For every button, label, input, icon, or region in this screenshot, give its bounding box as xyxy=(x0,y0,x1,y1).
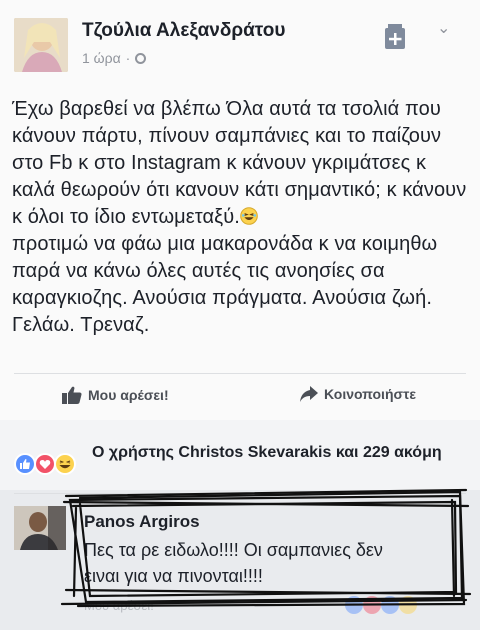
comment-text: Πες τα ρε ειδωλο!!!! Οι σαμπανιες δεν ει… xyxy=(84,537,444,589)
post-body: Έχω βαρεθεί να βλέπω Όλα αυτά τα τσολιά … xyxy=(12,96,472,339)
separator-dot: · xyxy=(125,50,131,66)
post-paragraph-2: προτιμώ να φάω μια μακαρονάδα κ να κοιμη… xyxy=(12,233,438,336)
comments-divider xyxy=(14,493,466,494)
reactions-summary[interactable]: Ο χρήστης Christos Skevarakis και 229 ακ… xyxy=(92,443,462,463)
public-globe-icon xyxy=(135,52,147,64)
haha-reaction-icon xyxy=(54,453,76,475)
post-paragraph-1: Έχω βαρεθεί να βλέπω Όλα αυτά τα τσολιά … xyxy=(12,98,467,228)
comment-line-1: Πες τα ρε ειδωλο!!!! Οι σαμπανιες δεν xyxy=(84,540,383,560)
save-post-icon[interactable] xyxy=(384,24,406,50)
avatar-photo xyxy=(14,18,68,72)
commenter-photo xyxy=(14,506,66,550)
laughing-emoji-icon xyxy=(240,207,258,225)
like-label: Μου αρέσει! xyxy=(88,387,169,403)
reaction-icons[interactable] xyxy=(14,452,84,476)
post-time[interactable]: 1 ώρα xyxy=(82,50,121,66)
share-button[interactable]: Κοινοποιήστε xyxy=(300,386,416,402)
author-avatar[interactable] xyxy=(14,18,68,72)
share-label: Κοινοποιήστε xyxy=(324,386,416,402)
post-author[interactable]: Τζούλια Αλεξανδράτου xyxy=(82,20,285,42)
share-arrow-icon xyxy=(300,386,318,402)
post-meta: 1 ώρα · xyxy=(82,50,147,66)
comment-line-2: ειναι για να πινονται!!!! xyxy=(84,566,263,586)
action-divider xyxy=(14,373,466,374)
like-button[interactable]: Μου αρέσει! xyxy=(62,386,169,404)
commenter-avatar[interactable] xyxy=(14,506,66,550)
thumbs-up-icon xyxy=(62,386,82,404)
comment-like-link[interactable]: Μου αρέσει! xyxy=(84,598,154,613)
post-options-chevron-icon[interactable]: ⌄ xyxy=(437,18,450,38)
comment-author[interactable]: Panos Argiros xyxy=(84,512,200,532)
comment-reaction-icons xyxy=(345,596,417,614)
